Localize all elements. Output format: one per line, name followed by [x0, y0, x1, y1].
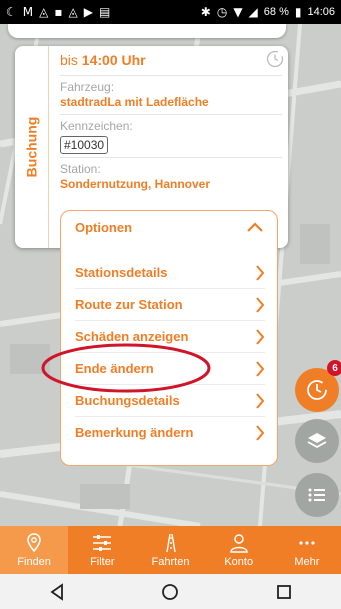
- option-label: Ende ändern: [75, 361, 154, 376]
- signal-icon: ◢: [248, 5, 258, 19]
- youtube-icon: ▶: [83, 5, 93, 19]
- list-icon: [308, 488, 325, 502]
- gmail-icon: M: [22, 5, 34, 19]
- photos-icon: ◬: [68, 5, 78, 19]
- booking-end-time: bis 14:00 Uhr: [60, 52, 146, 68]
- photos-icon: ◬: [39, 5, 49, 19]
- chevron-right-icon: [256, 329, 265, 345]
- sliders-icon: [93, 535, 112, 551]
- option-label: Bemerkung ändern: [75, 425, 194, 440]
- alarm-icon: ◷: [216, 5, 228, 19]
- option-label: Buchungsdetails: [75, 393, 180, 408]
- layers-icon: [307, 433, 327, 449]
- nav-konto[interactable]: Konto: [205, 526, 273, 574]
- vehicle-value: stadtradLa mit Ladefläche: [60, 95, 209, 109]
- divider: [60, 114, 282, 115]
- nav-label: Finden: [17, 556, 51, 568]
- status-bar-system: ✱ ◷ ▼ ◢ 68 % ▮ 14:06: [201, 6, 335, 18]
- home-icon[interactable]: [161, 583, 179, 601]
- vehicle-label: Fahrzeug:: [60, 80, 115, 94]
- clock-time: 14:06: [307, 6, 335, 18]
- booking-end-prefix: bis: [60, 52, 78, 68]
- plate-value: #10030: [60, 136, 109, 154]
- option-label: Stationsdetails: [75, 265, 168, 280]
- nav-mehr[interactable]: Mehr: [273, 526, 341, 574]
- map-layers-button[interactable]: [295, 419, 339, 463]
- wifi-icon: ▼: [233, 5, 243, 19]
- chevron-right-icon: [256, 361, 265, 377]
- option-change-end[interactable]: Ende ändern: [75, 353, 265, 385]
- nav-label: Konto: [224, 556, 254, 568]
- battery-icon: ▮: [294, 5, 302, 19]
- plate-label: Kennzeichen:: [60, 119, 133, 133]
- recents-icon[interactable]: [275, 583, 293, 601]
- nav-label: Filter: [90, 556, 115, 568]
- chevron-right-icon: [256, 297, 265, 313]
- nav-finden[interactable]: Finden: [0, 526, 69, 574]
- booking-tab[interactable]: Buchung: [15, 46, 49, 248]
- option-route-to-station[interactable]: Route zur Station: [75, 289, 265, 321]
- nav-label: Mehr: [294, 556, 320, 568]
- status-bar-notifications: ☾ M ◬ ▪ ◬ ▶ ▤: [6, 6, 110, 18]
- option-booking-details[interactable]: Buchungsdetails: [75, 385, 265, 417]
- bottom-navigation: Finden Filter Fahrten Konto Mehr: [0, 526, 341, 574]
- back-icon[interactable]: [48, 582, 66, 601]
- user-icon: [229, 534, 248, 553]
- list-view-button[interactable]: [295, 473, 339, 517]
- road-icon: [165, 533, 176, 553]
- clock-icon[interactable]: [266, 50, 284, 68]
- notification-badge: 6: [327, 360, 341, 376]
- nav-fahrten[interactable]: Fahrten: [136, 526, 204, 574]
- status-bar: ☾ M ◬ ▪ ◬ ▶ ▤ ✱ ◷ ▼ ◢ 68 % ▮ 14:06: [0, 0, 341, 24]
- divider: [60, 157, 282, 158]
- location-pin-icon: [27, 533, 41, 553]
- option-station-details[interactable]: Stationsdetails: [75, 257, 265, 289]
- battery-percent: 68 %: [263, 6, 289, 18]
- options-header[interactable]: Optionen: [75, 220, 132, 235]
- station-label: Station:: [60, 162, 101, 176]
- options-panel: Optionen Stationsdetails Route zur Stati…: [60, 210, 278, 466]
- nav-filter[interactable]: Filter: [68, 526, 136, 574]
- image-icon: ▪: [54, 5, 63, 19]
- booking-tab-label: Buchung: [23, 116, 40, 178]
- more-dots-icon: [299, 541, 315, 545]
- option-label: Schäden anzeigen: [75, 329, 189, 344]
- station-value: Sondernutzung, Hannover: [60, 177, 210, 191]
- timer-icon: [307, 380, 327, 400]
- chevron-right-icon: [256, 425, 265, 441]
- chevron-right-icon: [256, 393, 265, 409]
- calendar-icon: ▤: [98, 5, 111, 19]
- option-label: Route zur Station: [75, 297, 183, 312]
- chevron-right-icon: [256, 265, 265, 281]
- bluetooth-icon: ✱: [200, 5, 211, 19]
- option-show-damages[interactable]: Schäden anzeigen: [75, 321, 265, 353]
- top-card-edge: [8, 24, 286, 38]
- notification-c-icon: ☾: [6, 5, 17, 19]
- divider: [60, 75, 282, 76]
- chevron-up-icon[interactable]: [247, 222, 263, 232]
- nav-label: Fahrten: [151, 556, 190, 568]
- system-navigation-bar: [0, 574, 341, 609]
- booking-end-value: 14:00 Uhr: [81, 52, 146, 68]
- option-change-remark[interactable]: Bemerkung ändern: [75, 417, 265, 449]
